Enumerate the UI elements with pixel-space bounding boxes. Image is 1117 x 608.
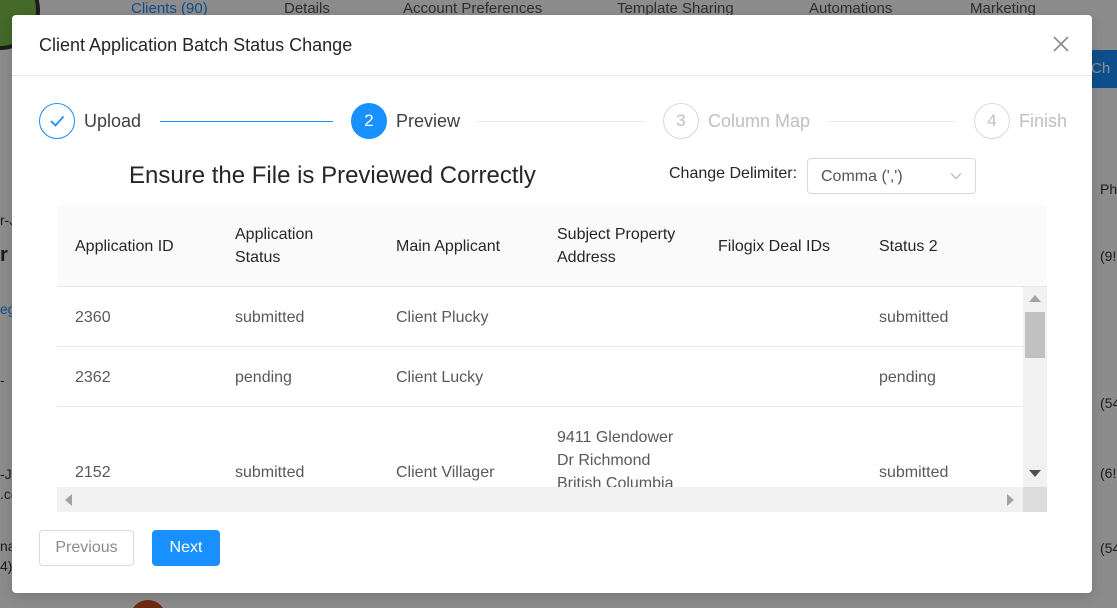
horizontal-scrollbar[interactable]: [57, 487, 1023, 512]
step-label: Finish: [1019, 110, 1068, 131]
preview-table: Application ID Application Status Main A…: [57, 205, 1047, 512]
preview-title: Ensure the File is Previewed Correctly: [129, 162, 536, 189]
step-connector: [828, 121, 955, 122]
column-header: Status 2: [879, 237, 938, 255]
modal-title: Client Application Batch Status Change: [39, 35, 353, 55]
previous-button[interactable]: Previous: [39, 530, 134, 566]
step-upload: Upload: [39, 103, 141, 139]
cell-main-applicant: Client Lucky: [396, 369, 484, 386]
cell-subject-property-address: 9411 Glendower Dr Richmond British Colum…: [557, 429, 674, 487]
chevron-down-icon: [949, 169, 963, 183]
cell-application-id: 2152: [75, 464, 111, 481]
step-preview: 2 Preview: [351, 103, 460, 139]
step-connector: [160, 121, 333, 122]
step-number: 4: [974, 103, 1010, 139]
cell-application-id: 2362: [75, 369, 111, 386]
batch-status-modal: Client Application Batch Status Change U…: [12, 15, 1092, 593]
table-row[interactable]: 2360 submitted Client Plucky submitted: [57, 287, 1023, 347]
table-row[interactable]: 2362 pending Client Lucky pending: [57, 347, 1023, 407]
cell-application-status: submitted: [235, 309, 305, 326]
column-header: Subject Property Address: [557, 226, 676, 266]
delimiter-value: Comma (','): [821, 168, 903, 185]
table-header: Application ID Application Status Main A…: [57, 205, 1047, 287]
scroll-left-icon[interactable]: [65, 494, 72, 506]
cell-status-2: submitted: [879, 464, 949, 481]
cell-application-status: pending: [235, 369, 292, 386]
modal-header: Client Application Batch Status Change: [12, 15, 1092, 76]
cell-status-2: pending: [879, 369, 936, 386]
scroll-down-icon[interactable]: [1029, 470, 1041, 477]
cell-main-applicant: Client Villager: [396, 464, 495, 481]
vertical-scrollbar[interactable]: [1023, 287, 1047, 487]
scrollbar-corner: [1023, 487, 1047, 512]
column-header: Application ID: [75, 237, 174, 255]
close-icon[interactable]: [1050, 33, 1072, 55]
step-label: Preview: [396, 110, 461, 131]
step-connector: [477, 121, 645, 122]
steps-bar: Upload 2 Preview 3 Column Map 4 Finish: [39, 103, 1069, 139]
step-number: 3: [663, 103, 699, 139]
next-button[interactable]: Next: [152, 530, 220, 566]
cell-status-2: submitted: [879, 309, 949, 326]
delimiter-select[interactable]: Comma (','): [807, 158, 976, 194]
column-header: Application Status: [235, 226, 314, 266]
scrollbar-thumb[interactable]: [1025, 312, 1045, 358]
table-body: 2360 submitted Client Plucky submitted 2…: [57, 287, 1023, 487]
cell-application-id: 2360: [75, 309, 111, 326]
step-label: Column Map: [708, 110, 811, 131]
cell-main-applicant: Client Plucky: [396, 309, 489, 326]
cell-application-status: submitted: [235, 464, 305, 481]
column-header: Filogix Deal IDs: [718, 237, 831, 255]
column-header: Main Applicant: [396, 237, 501, 255]
table-row[interactable]: 2152 submitted Client Villager 9411 Glen…: [57, 407, 1023, 487]
scroll-up-icon[interactable]: [1029, 295, 1041, 302]
step-number: 2: [351, 103, 387, 139]
delimiter-label: Change Delimiter:: [669, 165, 798, 182]
step-column-map: 3 Column Map: [663, 103, 810, 139]
step-label: Upload: [84, 110, 142, 131]
check-icon: [39, 103, 75, 139]
scroll-right-icon[interactable]: [1007, 494, 1014, 506]
step-finish: 4 Finish: [974, 103, 1067, 139]
